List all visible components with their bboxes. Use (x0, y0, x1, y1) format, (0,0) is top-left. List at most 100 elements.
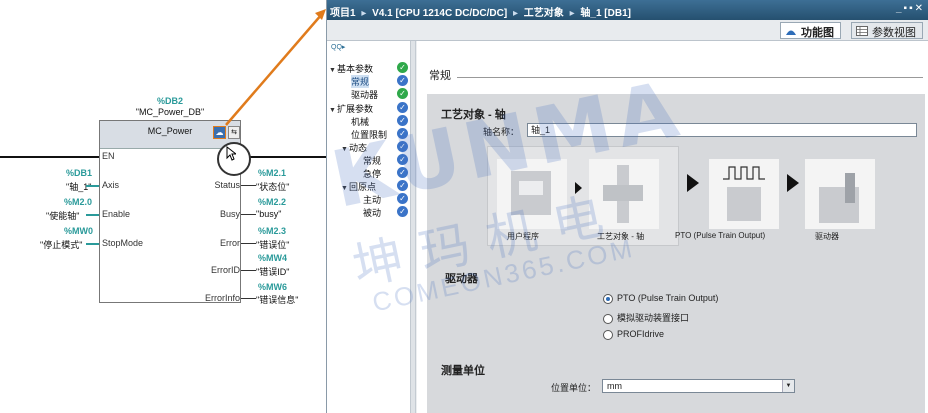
tab-function-view[interactable]: 功能图 (780, 22, 841, 39)
operand-errorid-tag[interactable]: "错误ID" (256, 265, 289, 278)
group-title-units: 测量单位 (441, 365, 485, 377)
flow-arrow-icon (687, 174, 699, 192)
operand-errorinfo-tag[interactable]: "错误信息" (256, 293, 298, 306)
radio-selected-icon[interactable] (603, 293, 613, 304)
operand-enable-address[interactable]: %M2.0 (64, 197, 92, 207)
parameter-content: 常规 工艺对象 - 轴 轴名称： 轴_1 用户程序 工艺对象 - 轴 PTO (… (417, 41, 928, 413)
status-ok-icon: ✓ (397, 154, 408, 165)
pin-enable: Enable (102, 209, 131, 219)
nav-item-dynamics[interactable]: ▼动态 (341, 141, 367, 154)
diagnostics-icon[interactable]: ⇆ (228, 126, 240, 139)
breadcrumb-project: 项目1 (330, 8, 356, 19)
nav-item-passive-homing[interactable]: 被动 (363, 206, 381, 219)
nav-item-active-homing[interactable]: 主动 (363, 193, 381, 206)
general-panel: 工艺对象 - 轴 轴名称： 轴_1 用户程序 工艺对象 - 轴 PTO (Pul… (427, 94, 925, 413)
status-ok-icon: ✓ (397, 75, 408, 86)
flow-label-drive: 驱动器 (815, 232, 839, 241)
nav-item-homing[interactable]: ▼回原点 (341, 180, 376, 193)
nav-label: 常规 (363, 156, 382, 166)
nav-item-basic-params[interactable]: ▼基本参数 (329, 62, 373, 75)
nav-item-position-limits[interactable]: 位置限制 (351, 128, 387, 141)
nav-item-emergency-stop[interactable]: 急停 (363, 167, 381, 180)
group-title-axis: 工艺对象 - 轴 (441, 109, 506, 121)
wire-errorid (241, 270, 256, 271)
group-title-drive: 驱动器 (445, 273, 478, 285)
expand-icon[interactable]: ▼ (341, 185, 349, 192)
nav-toolbar-icon[interactable]: QQ▸ (331, 43, 345, 51)
nav-label: 被动 (363, 208, 382, 218)
breadcrumb-separator-icon: ▸ (569, 8, 575, 19)
operand-status-address[interactable]: %M2.1 (258, 168, 286, 178)
operand-error-tag[interactable]: "错误位" (256, 238, 289, 251)
position-unit-select[interactable]: mm ▼ (602, 379, 795, 393)
flow-label-user-program: 用户程序 (507, 232, 539, 241)
breadcrumb-folder: 工艺对象 (523, 8, 564, 19)
flow-label-technology-object: 工艺对象 - 轴 (597, 232, 645, 241)
power-rail-left (0, 156, 99, 158)
parameter-navigation: QQ▸ ▼基本参数 ✓ 常规 ✓ 驱动器 ✓ ▼扩展参数 ✓ 机械 ✓ 位置限制… (327, 41, 411, 413)
pin-busy: Busy (219, 209, 240, 219)
operand-status-tag[interactable]: "状态位" (256, 180, 289, 193)
chevron-down-icon[interactable]: ▼ (782, 380, 794, 392)
axis-name-field[interactable]: 轴_1 (527, 123, 917, 137)
radio-pto[interactable]: PTO (Pulse Train Output) (603, 293, 718, 304)
axis-name-label: 轴名称： (483, 127, 520, 137)
nav-item-extended-params[interactable]: ▼扩展参数 (329, 102, 373, 115)
radio-unselected-icon[interactable] (603, 329, 613, 340)
operand-stopmode-address[interactable]: %MW0 (64, 226, 93, 236)
expand-icon[interactable]: ▼ (341, 146, 349, 153)
radio-label: PROFIdrive (617, 329, 665, 339)
radio-profidrive[interactable]: PROFIdrive (603, 329, 664, 340)
pin-en: EN (102, 151, 115, 161)
breadcrumb-separator-icon: ▸ (512, 8, 519, 19)
position-unit-label: 位置单位： (551, 383, 597, 393)
status-ok-icon: ✓ (397, 128, 408, 139)
wire-stopmode (86, 243, 99, 245)
operand-busy-address[interactable]: %M2.2 (258, 197, 286, 207)
nav-item-general[interactable]: 常规 (351, 75, 370, 88)
radio-analog-drive[interactable]: 模拟驱动装置接口 (603, 311, 689, 324)
tab-parameter-view[interactable]: 参数视图 (851, 22, 923, 39)
status-ok-icon: ✓ (397, 206, 408, 217)
flow-arrow-icon (787, 174, 799, 192)
operand-errorinfo-address[interactable]: %MW6 (258, 282, 287, 292)
open-technology-object-icon[interactable]: ☁ (213, 126, 226, 139)
nav-label: 扩展参数 (337, 104, 374, 114)
wire-status (241, 185, 256, 186)
pin-axis: Axis (102, 180, 120, 190)
nav-item-drive[interactable]: 驱动器 (351, 88, 378, 101)
nav-label: 机械 (351, 117, 370, 127)
nav-item-mechanics[interactable]: 机械 (351, 115, 369, 128)
section-title: 常规 (429, 70, 451, 82)
operand-error-address[interactable]: %M2.3 (258, 226, 286, 236)
wire-error (241, 243, 256, 244)
nav-label: 动态 (349, 143, 368, 153)
operand-enable-tag[interactable]: "使能轴" (46, 209, 79, 222)
expand-icon[interactable]: ▼ (329, 67, 337, 74)
pane-splitter[interactable] (411, 41, 416, 413)
status-ok-icon: ✓ (397, 141, 408, 152)
lad-network: %DB2 "MC_Power_DB" MC_Power ☁ ⇆ EN Axis … (0, 0, 326, 413)
status-ok-icon: ✓ (397, 167, 408, 178)
operand-stopmode-tag[interactable]: "停止模式" (40, 238, 82, 251)
technology-object-editor: 项目1 ▸ V4.1 [CPU 1214C DC/DC/DC] ▸ 工艺对象 ▸… (326, 0, 928, 413)
block-header: MC_Power ☁ ⇆ (100, 121, 240, 149)
expand-icon[interactable]: ▼ (329, 107, 337, 114)
status-ok-icon: ✓ (397, 180, 408, 191)
window-controls[interactable]: _▪▪✕ (896, 3, 925, 14)
nav-item-dynamics-general[interactable]: 常规 (363, 154, 381, 167)
tab-parameter-view-label: 参数视图 (872, 27, 916, 39)
pin-stopmode: StopMode (102, 238, 144, 248)
wire-axis (86, 185, 99, 187)
operand-axis-address[interactable]: %DB1 (66, 168, 92, 178)
power-rail-right (241, 156, 326, 158)
instance-db-name[interactable]: "MC_Power_DB" (100, 107, 240, 117)
operand-busy-tag[interactable]: "busy" (256, 209, 281, 219)
status-ok-icon: ✓ (397, 115, 408, 126)
operand-errorid-address[interactable]: %MW4 (258, 253, 287, 263)
status-ok-icon: ✓ (397, 102, 408, 113)
function-view-icon (786, 30, 796, 35)
status-ok-icon: ✓ (397, 62, 408, 73)
editor-title-bar: 项目1 ▸ V4.1 [CPU 1214C DC/DC/DC] ▸ 工艺对象 ▸… (327, 0, 928, 20)
radio-unselected-icon[interactable] (603, 313, 613, 324)
